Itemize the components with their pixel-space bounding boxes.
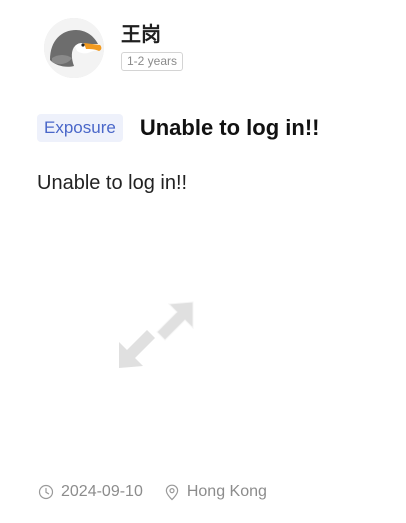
post-date: 2024-09-10 [61,483,143,500]
clock-icon [38,484,54,500]
post-location: Hong Kong [186,483,267,500]
post-body: Unable to log in!! [37,172,188,194]
location-pin-icon [165,484,179,500]
post-title-row: Exposure Unable to log in!! [37,114,319,142]
post-footer: 2024-09-10 Hong Kong [38,483,267,501]
post-title: Unable to log in!! [139,115,320,140]
expand-arrows-icon [119,301,194,368]
category-tag[interactable]: Exposure [37,114,123,142]
experience-badge: 1-2 years [121,52,184,71]
post-author-header: 王岗 1-2 years [44,18,184,78]
avatar[interactable] [44,18,104,78]
username[interactable]: 王岗 [121,22,183,48]
eagle-avatar-icon [44,18,104,78]
post-image-placeholder[interactable] [37,220,387,450]
